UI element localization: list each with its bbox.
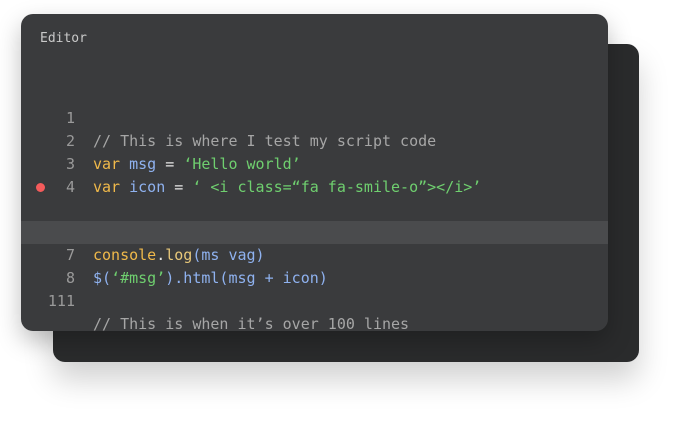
stage: Editor 1 // This is where I test my scri… bbox=[0, 0, 692, 427]
code-line-1[interactable]: 1 // This is where I test my script code bbox=[21, 84, 608, 150]
code-editor[interactable]: Editor 1 // This is where I test my scri… bbox=[21, 14, 608, 331]
code-line-8[interactable]: 8 bbox=[21, 244, 608, 287]
code-line-2[interactable]: 2 var msg = ‘Hello world’ bbox=[21, 107, 608, 173]
editor-title: Editor bbox=[40, 31, 87, 46]
breakpoint-dot-icon[interactable] bbox=[36, 182, 45, 192]
line-number[interactable]: 111 bbox=[41, 290, 75, 313]
code-line-7-current[interactable]: 7 $(‘#msg’).html(msg + icon) bbox=[21, 221, 608, 287]
code-area[interactable]: 1 // This is where I test my script code… bbox=[21, 84, 608, 331]
code-line-111[interactable]: 111 // This is when it’s over 100 lines bbox=[21, 267, 608, 331]
comment: // This is when it’s over 100 lines bbox=[93, 314, 410, 331]
code-line-6[interactable]: 6 bbox=[21, 198, 608, 241]
code-line-4[interactable]: 4 bbox=[21, 153, 608, 196]
code-line-3[interactable]: 3 var icon = ‘ <i class=“fa fa-smile-o”>… bbox=[21, 130, 608, 196]
code-line-5[interactable]: 5 console.log(ms vag) bbox=[21, 176, 608, 264]
